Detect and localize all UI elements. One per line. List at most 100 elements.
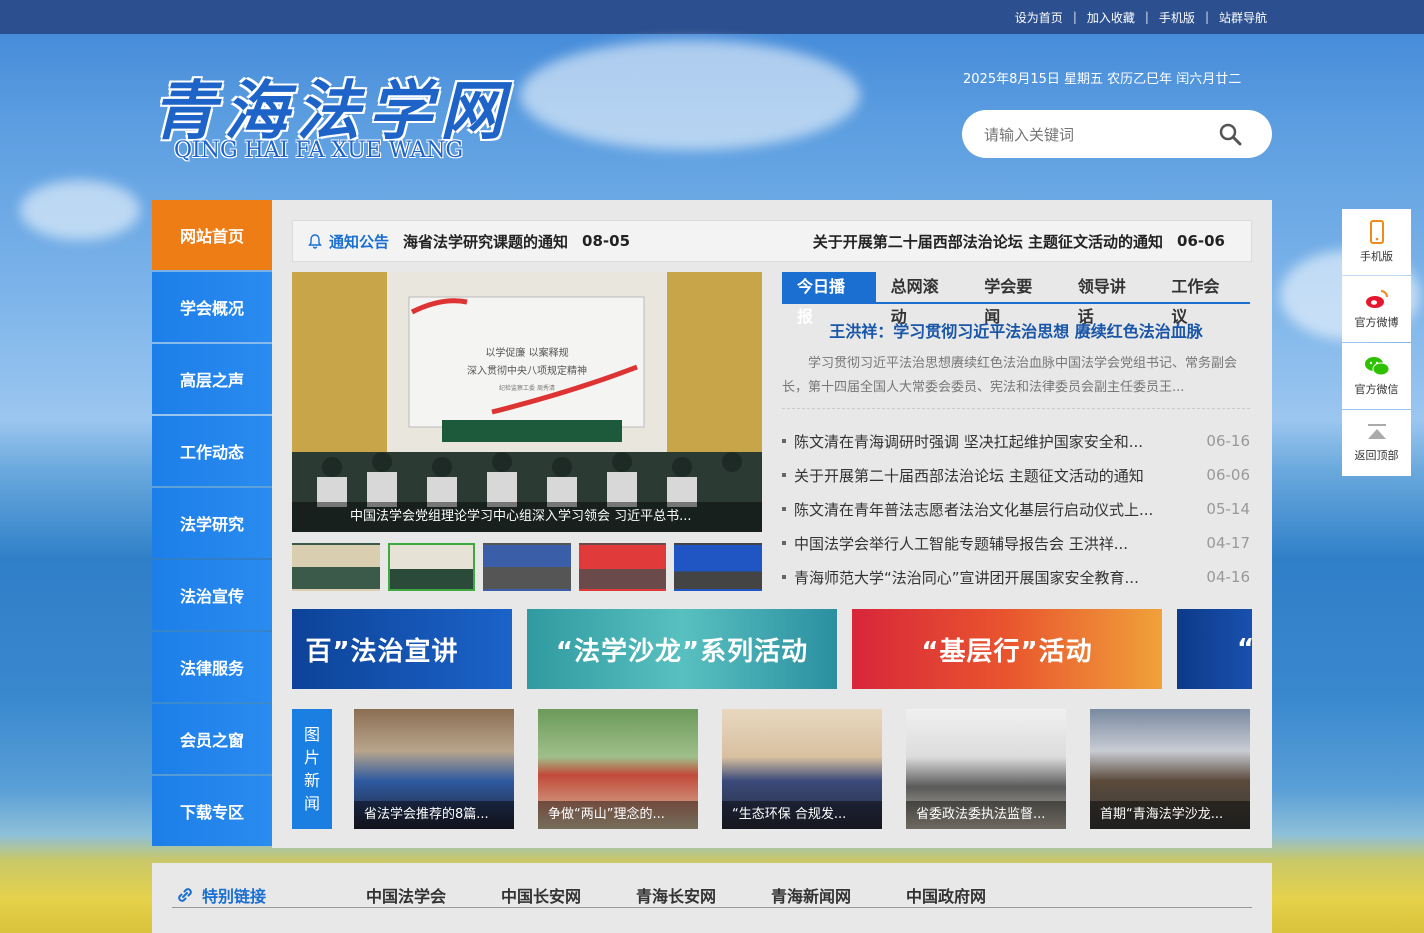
add-favorite-link[interactable]: 加入收藏 <box>1087 9 1135 26</box>
news-date: 04-16 <box>1206 568 1250 586</box>
label-char: 闻 <box>303 794 320 813</box>
list-item[interactable]: 陈文清在青年普法志愿者法治文化基层行启动仪式上... 05-14 <box>782 492 1250 526</box>
headline[interactable]: 王洪祥：学习贯彻习近平法治思想 赓续红色法治血脉 <box>782 318 1250 342</box>
bullet <box>782 507 786 511</box>
news-title: 陈文清在青海调研时强调 坚决扛起维护国家安全和... <box>794 432 1144 451</box>
news-title: 关于开展第二十届西部法治论坛 主题征文活动的通知 <box>794 466 1144 485</box>
main-panel: 通知公告 海省法学研究课题的通知 08-05 关于开展第二十届西部法治论坛 主题… <box>272 200 1272 848</box>
news-date: 06-06 <box>1206 466 1250 484</box>
special-links-text: 特别链接 <box>202 887 267 906</box>
bell-icon <box>308 234 322 249</box>
separator: | <box>1144 10 1149 24</box>
mobile-version-button[interactable]: 手机版 <box>1342 209 1411 275</box>
banner-more[interactable]: “ <box>1177 609 1252 689</box>
banner-law-salon[interactable]: “法学沙龙”系列活动 <box>527 609 837 689</box>
nav-item-members[interactable]: 会员之窗 <box>152 704 272 774</box>
link-qinghai-changan[interactable]: 青海长安网 <box>636 883 716 907</box>
nav-item-legal-publicity[interactable]: 法治宣传 <box>152 560 272 630</box>
list-item[interactable]: 中国法学会举行人工智能专题辅导报告会 王洪祥... 04-17 <box>782 526 1250 560</box>
main-nav: 网站首页 学会概况 高层之声 工作动态 法学研究 法治宣传 法律服务 会员之窗 … <box>152 200 272 848</box>
nav-item-leadership-voice[interactable]: 高层之声 <box>152 344 272 414</box>
slideshow-caption: 中国法学会党组理论学习中心组深入学习领会 习近平总书... <box>292 502 762 532</box>
label-char: 图 <box>303 725 320 744</box>
picture-news-item[interactable]: 首期“青海法学沙龙... <box>1090 709 1250 829</box>
thumbnail[interactable] <box>483 543 571 591</box>
news-title: 中国法学会举行人工智能专题辅导报告会 王洪祥... <box>794 534 1129 553</box>
top-links: 设为首页 | 加入收藏 | 手机版 | 站群导航 <box>1015 0 1267 34</box>
picture-news-item[interactable]: 争做“两山”理念的... <box>538 709 698 829</box>
slideshow-image[interactable]: 以学促廉 以案释规 深入贯彻中央八项规定精神 纪检监察工委 周秀清 中国法学会党… <box>292 272 762 532</box>
special-links: 特别链接 中国法学会 中国长安网 青海长安网 青海新闻网 中国政府网 <box>152 863 1272 933</box>
picture-news-item[interactable]: 省委政法委执法监督... <box>906 709 1066 829</box>
link-qinghai-news[interactable]: 青海新闻网 <box>771 883 851 907</box>
picture-caption: 省委政法委执法监督... <box>906 801 1066 829</box>
set-homepage-link[interactable]: 设为首页 <box>1015 9 1063 26</box>
bullet <box>782 439 786 443</box>
nav-item-downloads[interactable]: 下载专区 <box>152 776 272 846</box>
thumbnail[interactable] <box>578 543 667 591</box>
banner-grassroots[interactable]: “基层行”活动 <box>852 609 1162 689</box>
screen-text: 纪检监察工委 周秀清 <box>499 384 555 392</box>
notice-title[interactable]: 海省法学研究课题的通知 <box>403 231 568 252</box>
slideshow-thumbnails <box>292 543 762 591</box>
separator: | <box>1204 10 1209 24</box>
nav-item-about[interactable]: 学会概况 <box>152 272 272 342</box>
divider <box>782 408 1250 409</box>
site-group-nav-link[interactable]: 站群导航 <box>1219 9 1267 26</box>
tab-society-news[interactable]: 学会要闻 <box>969 272 1063 326</box>
search-box <box>962 110 1272 158</box>
link-china-gov[interactable]: 中国政府网 <box>906 883 986 907</box>
phone-icon <box>1369 220 1384 244</box>
floating-sidebar: 手机版 官方微博 官方微信 返回顶部 <box>1342 209 1411 477</box>
special-links-label: 特别链接 <box>174 883 266 907</box>
sidebar-label: 官方微信 <box>1354 383 1399 396</box>
mobile-link[interactable]: 手机版 <box>1159 9 1195 26</box>
news-title: 青海师范大学“法治同心”宣讲团开展国家安全教育... <box>794 568 1139 587</box>
link-china-changan[interactable]: 中国长安网 <box>501 883 581 907</box>
banner-legal-lecture[interactable]: 百”法治宣讲 <box>292 609 512 689</box>
nav-item-home[interactable]: 网站首页 <box>152 200 272 270</box>
site-logo[interactable]: 青海法学网 QING HAI FA XUE WANG <box>152 60 504 170</box>
current-date: 2025年8月15日 星期五 农历乙巳年 闰六月廿二 <box>963 72 1242 87</box>
tab-leader-speeches[interactable]: 领导讲话 <box>1063 272 1157 326</box>
sidebar-label: 手机版 <box>1360 250 1393 263</box>
divider <box>172 907 1252 908</box>
link-china-law-society[interactable]: 中国法学会 <box>366 883 446 907</box>
nav-item-legal-services[interactable]: 法律服务 <box>152 632 272 702</box>
news-date: 06-16 <box>1206 432 1250 450</box>
list-item[interactable]: 关于开展第二十届西部法治论坛 主题征文活动的通知 06-06 <box>782 458 1250 492</box>
notice-date: 08-05 <box>582 232 631 250</box>
news-date: 05-14 <box>1206 500 1250 518</box>
search-icon[interactable] <box>1218 122 1242 146</box>
notice-title[interactable]: 关于开展第二十届西部法治论坛 主题征文活动的通知 <box>813 231 1163 252</box>
list-item[interactable]: 陈文清在青海调研时强调 坚决扛起维护国家安全和... 06-16 <box>782 424 1250 458</box>
nav-item-work-news[interactable]: 工作动态 <box>152 416 272 486</box>
picture-caption: 省法学会推荐的8篇... <box>354 801 514 829</box>
back-to-top-button[interactable]: 返回顶部 <box>1342 410 1411 476</box>
bullet <box>782 575 786 579</box>
picture-news-label: 图 片 新 闻 <box>292 709 332 829</box>
screen-text: 以学促廉 以案释规 <box>485 346 568 359</box>
tab-today[interactable]: 今日播报 <box>782 272 876 326</box>
nav-item-legal-research[interactable]: 法学研究 <box>152 488 272 558</box>
weibo-button[interactable]: 官方微博 <box>1342 276 1411 342</box>
picture-news-item[interactable]: “生态环保 合规发... <box>722 709 882 829</box>
notice-label-text: 通知公告 <box>329 232 390 251</box>
list-item[interactable]: 青海师范大学“法治同心”宣讲团开展国家安全教育... 04-16 <box>782 560 1250 594</box>
picture-news-item[interactable]: 省法学会推荐的8篇... <box>354 709 514 829</box>
logo-english: QING HAI FA XUE WANG <box>174 138 464 163</box>
search-input[interactable] <box>982 122 1206 148</box>
bullet <box>782 473 786 477</box>
separator: | <box>1072 10 1077 24</box>
news-tabs: 今日播报 总网滚动 学会要闻 领导讲话 工作会议 <box>782 272 1250 326</box>
news-title: 陈文清在青年普法志愿者法治文化基层行启动仪式上... <box>794 500 1154 519</box>
tab-work-meetings[interactable]: 工作会议 <box>1156 272 1250 326</box>
thumbnail[interactable] <box>292 543 380 591</box>
tab-rolling[interactable]: 总网滚动 <box>876 272 970 326</box>
meeting-photo: 以学促廉 以案释规 深入贯彻中央八项规定精神 纪检监察工委 周秀清 <box>292 272 762 532</box>
thumbnail[interactable] <box>387 543 476 591</box>
thumbnail[interactable] <box>674 543 762 591</box>
wechat-button[interactable]: 官方微信 <box>1342 343 1411 409</box>
notice-date: 06-06 <box>1177 232 1225 250</box>
notice-bar: 通知公告 海省法学研究课题的通知 08-05 关于开展第二十届西部法治论坛 主题… <box>292 220 1252 262</box>
